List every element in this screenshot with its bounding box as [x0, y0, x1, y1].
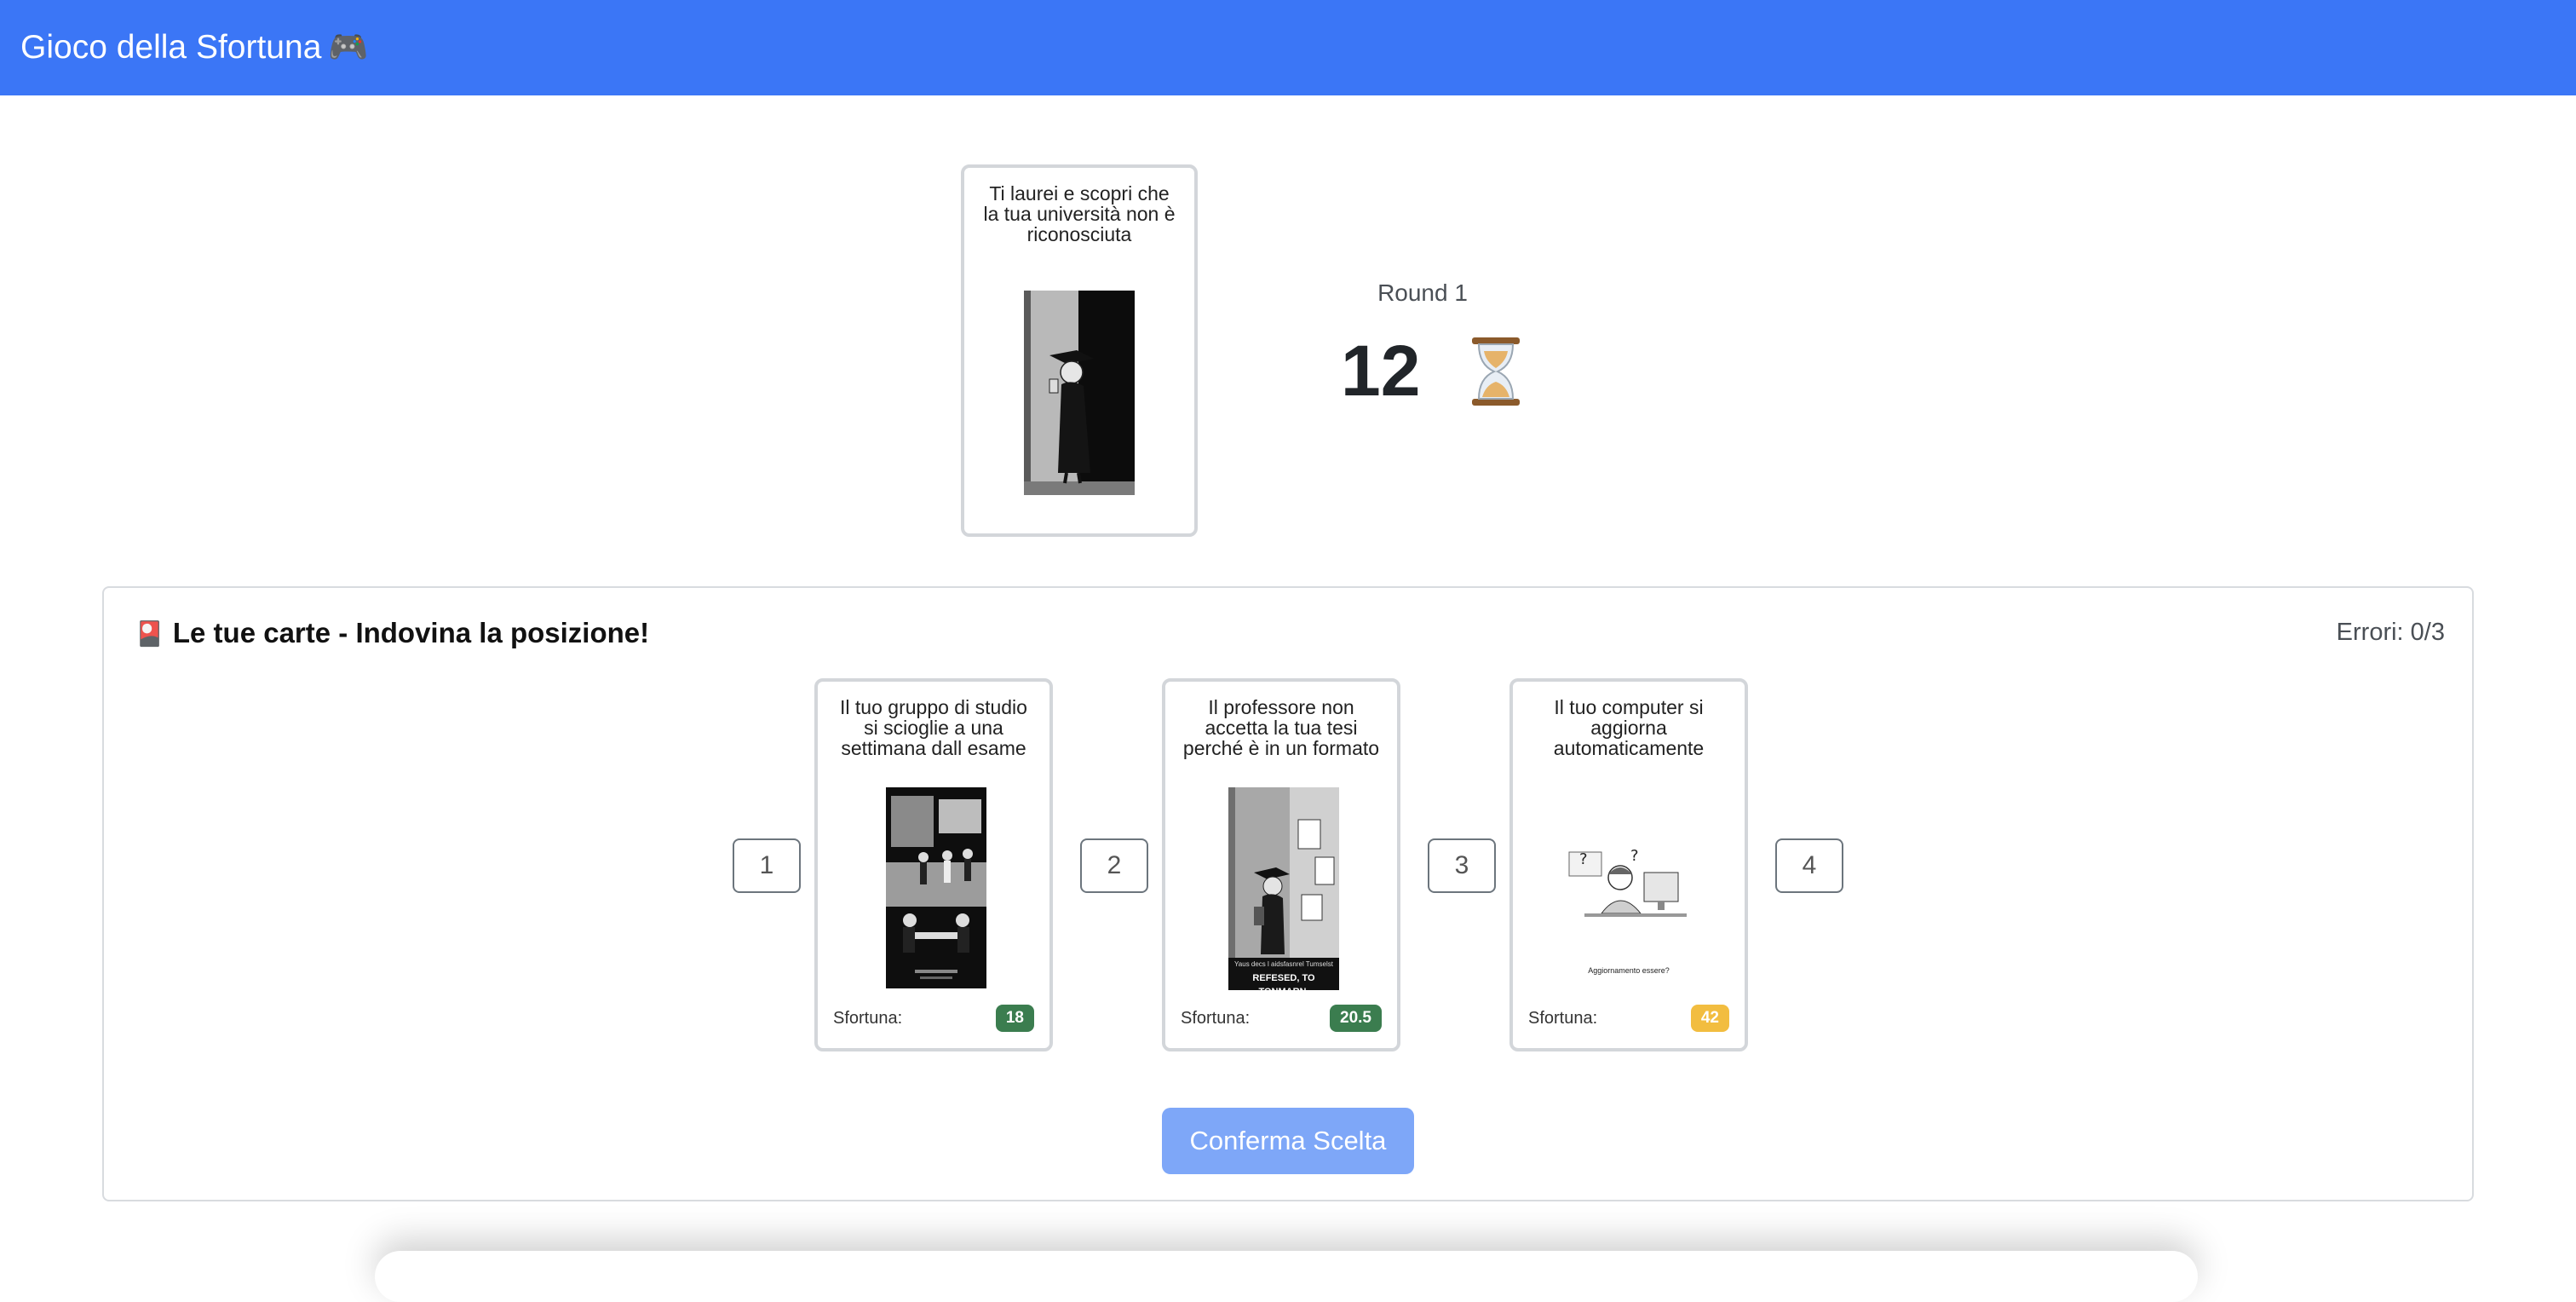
study-group-illustration: [886, 787, 986, 988]
bottom-panel-shadow: [375, 1251, 2198, 1302]
luck-badge: 18: [995, 1005, 1034, 1032]
round-label: Round 1: [1377, 279, 1468, 306]
hand-card-footer: Sfortuna: 20.5: [1181, 1004, 1382, 1033]
slot-button-1[interactable]: 1: [733, 838, 801, 893]
app-title[interactable]: Gioco della Sfortuna 🎮: [20, 29, 369, 66]
hand-card[interactable]: Il tuo computer si aggiorna automaticame…: [1509, 678, 1748, 1051]
hand-card-text: Il tuo gruppo di studio si scioglie a un…: [840, 697, 1027, 759]
luck-badge: 20.5: [1330, 1005, 1382, 1032]
thesis-image-caption-2: REFESED, TO TONMARN.: [1252, 973, 1315, 990]
playing-card-icon: 🎴: [135, 619, 164, 647]
thesis-image-caption-1: Yaus decs l aidsfasnrel Tumselst: [1234, 960, 1333, 968]
hand-card[interactable]: Il tuo gruppo di studio si scioglie a un…: [814, 678, 1053, 1051]
luck-label: Sfortuna:: [1528, 1008, 1598, 1028]
hand-title: 🎴 Le tue carte - Indovina la posizione!: [135, 617, 649, 649]
svg-text:?: ?: [1579, 850, 1588, 868]
hand-card-footer: Sfortuna: 18: [833, 1004, 1034, 1033]
slot-button-3[interactable]: 3: [1428, 838, 1496, 893]
current-card-text: Ti laurei e scopri che la tua università…: [983, 183, 1176, 245]
computer-image-caption: Aggiornamento essere?: [1588, 966, 1670, 975]
hand-card[interactable]: Il professore non accetta la tua tesi pe…: [1162, 678, 1400, 1051]
gamepad-icon: 🎮: [328, 30, 369, 66]
luck-label: Sfortuna:: [1181, 1008, 1251, 1028]
computer-update-illustration: ? ?: [1559, 840, 1704, 934]
hand-card-text: Il tuo computer si aggiorna automaticame…: [1553, 697, 1705, 760]
hand-title-text: Le tue carte - Indovina la posizione!: [172, 617, 650, 648]
thesis-refused-illustration: Yaus decs l aidsfasnrel Tumselst REFESED…: [1228, 787, 1339, 990]
graduate-illustration: [1024, 291, 1135, 495]
luck-label: Sfortuna:: [833, 1008, 903, 1028]
navbar: Gioco della Sfortuna 🎮: [0, 0, 2576, 95]
hand-card-text: Il professore non accetta la tua tesi pe…: [1182, 697, 1380, 760]
slot-button-2[interactable]: 2: [1080, 838, 1148, 893]
countdown-timer: 12: [1341, 331, 1421, 411]
luck-badge: 42: [1690, 1005, 1729, 1032]
svg-text:?: ?: [1630, 847, 1639, 865]
hand-card-footer: Sfortuna: 42: [1528, 1004, 1729, 1033]
confirm-button[interactable]: Conferma Scelta: [1162, 1108, 1414, 1174]
current-card: Ti laurei e scopri che la tua università…: [961, 164, 1198, 537]
hourglass-icon: [1465, 336, 1527, 407]
errors-counter: Errori: 0/3: [2336, 619, 2445, 646]
slot-button-4[interactable]: 4: [1775, 838, 1843, 893]
